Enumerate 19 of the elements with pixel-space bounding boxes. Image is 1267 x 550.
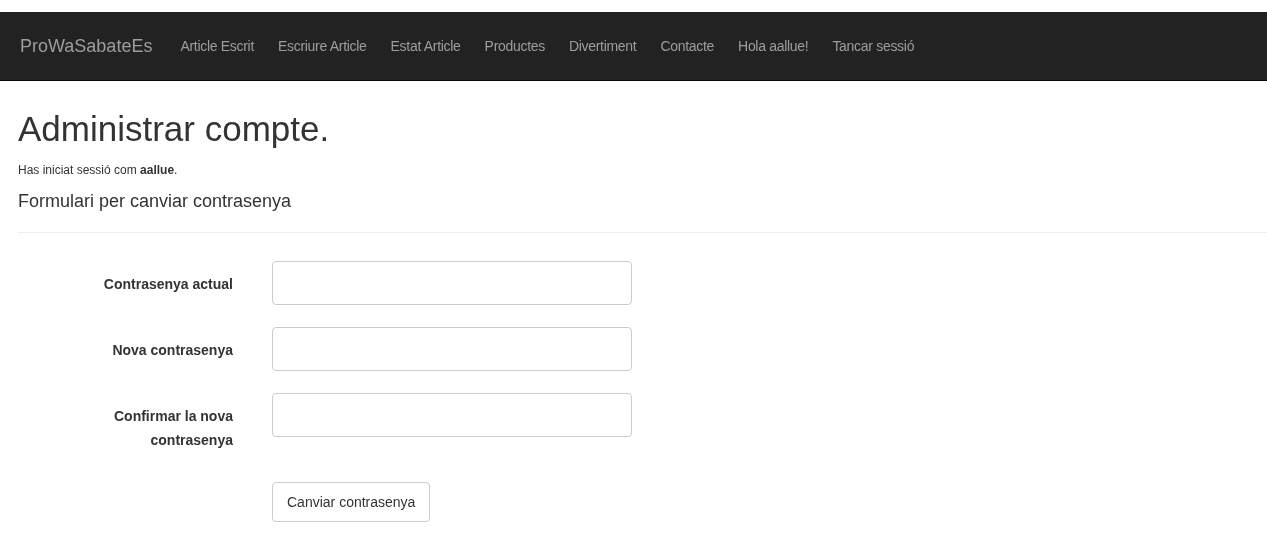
nav-link[interactable]: Tancar sessió	[820, 38, 927, 54]
nav-link[interactable]: Divertiment	[556, 38, 649, 54]
nav-link[interactable]: Productes	[472, 38, 557, 54]
field-label: Contrasenya actual	[102, 275, 233, 294]
page-heading: Administrar compte.	[18, 109, 331, 149]
nav-link[interactable]: Article Escrit	[168, 38, 266, 54]
password-field[interactable]	[272, 393, 632, 437]
password-field[interactable]	[272, 261, 632, 305]
field-label: Nova contrasenya	[111, 341, 233, 360]
login-note: Has iniciat sessió com aallue.	[18, 163, 179, 177]
field-label: Confirmar la nova contrasenya	[112, 407, 233, 450]
nav-link[interactable]: Escriure Article	[266, 38, 379, 54]
form-title: Formulari per canviar contrasenya	[18, 191, 293, 212]
nav-link[interactable]: Hola aallue!	[726, 38, 821, 54]
change-password-button[interactable]: Canviar contrasenya	[272, 482, 431, 522]
brand-link[interactable]: ProWaSabateEs	[20, 35, 153, 57]
nav-link[interactable]: Estat Article	[378, 38, 473, 54]
password-field[interactable]	[272, 327, 632, 371]
nav-link[interactable]: Contacte	[648, 38, 727, 54]
